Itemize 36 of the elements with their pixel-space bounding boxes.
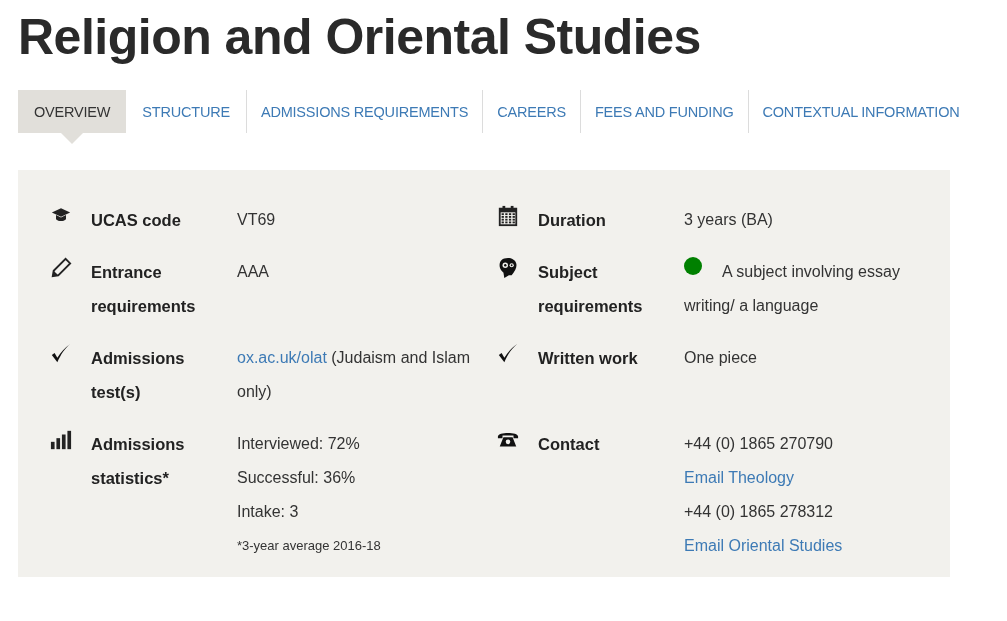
test-link[interactable]: ox.ac.uk/olat xyxy=(237,349,327,366)
fact-label: Entrance requirements xyxy=(91,262,197,317)
fact-label: Admissions statistics* xyxy=(91,434,186,489)
pencil-icon xyxy=(50,257,72,279)
fact-value: +44 (0) 1865 270790 xyxy=(684,434,834,454)
fact-label: Duration xyxy=(538,210,607,231)
email-link[interactable]: Email Theology xyxy=(684,469,794,486)
fact-label: Written work xyxy=(538,348,639,369)
tab[interactable]: ADMISSIONS REQUIREMENTS xyxy=(245,90,483,133)
fact-value: Intake: 3 xyxy=(237,502,300,522)
tab[interactable]: FEES AND FUNDING xyxy=(579,90,748,133)
fact-value: AAA xyxy=(237,262,270,282)
fact-value: Interviewed: 72% xyxy=(237,434,361,454)
calendar-icon xyxy=(497,205,519,227)
fact-value: Successful: 36% xyxy=(237,468,357,488)
fact-value: One piece xyxy=(684,348,758,368)
page-title: Religion and Oriental Studies xyxy=(18,8,702,67)
tab-pointer xyxy=(61,133,84,144)
tab[interactable]: CAREERS xyxy=(482,90,580,133)
check-icon xyxy=(497,343,519,365)
fact-value: A subject involving essay writing/ a language xyxy=(684,255,930,323)
email-link[interactable]: Email Oriental Studies xyxy=(684,537,843,554)
fact-label: Admissions test(s) xyxy=(91,348,186,403)
head-gears-icon xyxy=(497,257,519,279)
fact-value: +44 (0) 1865 278312 xyxy=(684,502,834,522)
fact-label: UCAS code xyxy=(91,210,182,231)
fact-value: 3 years (BA) xyxy=(684,210,774,230)
tab[interactable]: STRUCTURE xyxy=(126,90,246,133)
bar-chart-icon xyxy=(50,429,72,451)
check-icon xyxy=(50,343,72,365)
fact-value: VT69 xyxy=(237,210,277,230)
tab[interactable]: CONTEXTUAL INFORMATION xyxy=(747,90,974,133)
fact-label: Contact xyxy=(538,434,601,455)
fact-value: ox.ac.uk/olat (Judaism and Islam only) xyxy=(237,348,471,402)
fact-label: Subject requirements xyxy=(538,262,644,317)
footnote: *3-year average 2016-18 xyxy=(237,537,382,555)
